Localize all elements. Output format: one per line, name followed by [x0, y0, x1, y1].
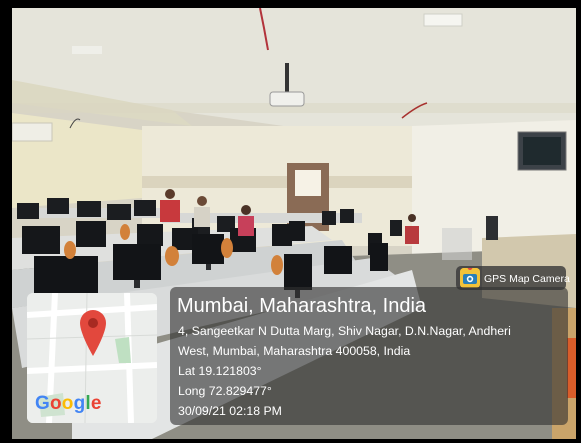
google-logo: Google [35, 393, 102, 415]
latitude: Lat 19.121803° [178, 364, 262, 378]
location-title: Mumbai, Maharashtra, India [177, 295, 427, 317]
google-letter-o1: o [49, 393, 62, 414]
google-letter-o2: o [61, 393, 74, 414]
google-letter-g2: g [73, 393, 86, 414]
address-line-2: West, Mumbai, Maharashtra 400058, India [178, 344, 411, 358]
google-letter-g: G [35, 393, 50, 414]
longitude: Long 72.829477° [178, 384, 272, 398]
gps-map-camera-icon [460, 268, 480, 288]
photo-frame: GPS Map Camera Mumbai, Maharashtra, Indi… [0, 0, 581, 443]
location-pin-icon [78, 308, 108, 358]
google-letter-e: e [90, 393, 102, 414]
badge-label: GPS Map Camera [484, 273, 570, 285]
address-line-1: 4, Sangeetkar N Dutta Marg, Shiv Nagar, … [178, 324, 511, 338]
timestamp: 30/09/21 02:18 PM [178, 404, 282, 418]
